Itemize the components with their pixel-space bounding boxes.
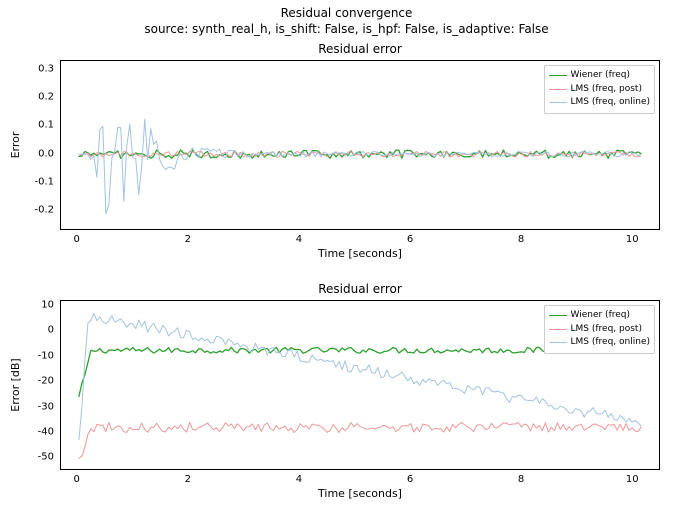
- xtick: 4: [296, 234, 302, 245]
- xtick: 6: [407, 474, 413, 485]
- axes-top-plot: Wiener (freq) LMS (freq, post) LMS (freq…: [60, 60, 660, 230]
- legend-swatch-wiener-b: [549, 315, 567, 316]
- ytick: 0.2: [22, 91, 54, 102]
- series-lms_post: [79, 422, 641, 458]
- legend-row-wiener-b: Wiener (freq): [549, 309, 650, 323]
- ytick: 0: [22, 325, 54, 336]
- ytick: -10: [22, 350, 54, 361]
- axes-bottom-legend: Wiener (freq) LMS (freq, post) LMS (freq…: [544, 305, 655, 354]
- legend-swatch-lms-post-b: [549, 329, 567, 330]
- axes-bottom-plot: Wiener (freq) LMS (freq, post) LMS (freq…: [60, 300, 660, 470]
- axes-top-xlabel: Time [seconds]: [318, 247, 402, 260]
- ytick: -50: [22, 452, 54, 463]
- xtick: 4: [296, 474, 302, 485]
- ytick: 0.1: [22, 120, 54, 131]
- figure-title: Residual convergence source: synth_real_…: [0, 6, 693, 37]
- legend-label-lms-online-b: LMS (freq, online): [571, 336, 650, 350]
- legend-row-wiener: Wiener (freq): [549, 69, 650, 83]
- ytick: 10: [22, 300, 54, 311]
- axes-bottom: Residual error Wiener (freq) LMS (freq, …: [60, 300, 660, 470]
- figure-title-line2: source: synth_real_h, is_shift: False, i…: [144, 22, 548, 36]
- legend-swatch-lms-online-b: [549, 342, 567, 343]
- legend-label-lms-online: LMS (freq, online): [571, 96, 650, 110]
- xtick: 0: [73, 474, 79, 485]
- ytick: -40: [22, 426, 54, 437]
- xtick: 2: [185, 474, 191, 485]
- figure-title-line1: Residual convergence: [281, 6, 413, 20]
- xtick: 2: [185, 234, 191, 245]
- ytick: 0.0: [22, 148, 54, 159]
- ytick: -0.2: [22, 205, 54, 216]
- legend-row-lms-online-b: LMS (freq, online): [549, 336, 650, 350]
- xtick: 8: [518, 474, 524, 485]
- legend-label-lms-post: LMS (freq, post): [571, 83, 642, 97]
- legend-swatch-lms-post: [549, 89, 567, 90]
- axes-top: Residual error Wiener (freq) LMS (freq, …: [60, 60, 660, 230]
- legend-label-lms-post-b: LMS (freq, post): [571, 323, 642, 337]
- series-lms_online: [79, 119, 641, 213]
- ytick: -30: [22, 401, 54, 412]
- axes-top-ylabel: Error: [9, 132, 22, 159]
- axes-bottom-xlabel: Time [seconds]: [318, 487, 402, 500]
- xtick: 6: [407, 234, 413, 245]
- xtick: 10: [626, 234, 639, 245]
- legend-row-lms-post-b: LMS (freq, post): [549, 323, 650, 337]
- figure-root: Residual convergence source: synth_real_…: [0, 0, 693, 519]
- axes-top-title: Residual error: [60, 42, 660, 56]
- ytick: 0.3: [22, 63, 54, 74]
- legend-label-wiener-b: Wiener (freq): [571, 309, 630, 323]
- xtick: 10: [626, 474, 639, 485]
- axes-bottom-title: Residual error: [60, 282, 660, 296]
- legend-row-lms-post: LMS (freq, post): [549, 83, 650, 97]
- xtick: 8: [518, 234, 524, 245]
- legend-swatch-wiener: [549, 75, 567, 76]
- axes-top-legend: Wiener (freq) LMS (freq, post) LMS (freq…: [544, 65, 655, 114]
- xtick: 0: [73, 234, 79, 245]
- legend-swatch-lms-online: [549, 102, 567, 103]
- ytick: -0.1: [22, 176, 54, 187]
- ytick: -20: [22, 376, 54, 387]
- legend-label-wiener: Wiener (freq): [571, 69, 630, 83]
- axes-bottom-ylabel: Error [dB]: [9, 358, 22, 411]
- legend-row-lms-online: LMS (freq, online): [549, 96, 650, 110]
